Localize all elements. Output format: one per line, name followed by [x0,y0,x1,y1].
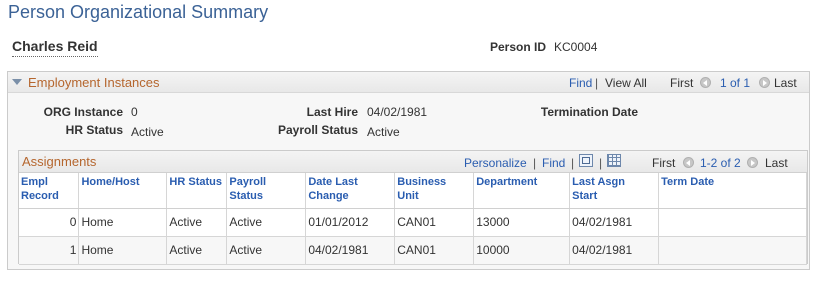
employment-page-count: 1 of 1 [720,76,751,90]
cell-last-asgn-start: 04/02/1981 [569,208,660,237]
column-header-hr-status[interactable]: HR Status [166,173,228,209]
column-header-home-host[interactable]: Home/Host [78,173,168,209]
column-header-term-date[interactable]: Term Date [658,173,807,209]
hr-status-label: HR Status [65,123,123,137]
column-header-payroll-status[interactable]: Payroll Status [226,173,307,209]
cell-term-date [658,208,807,237]
employment-view-all-link[interactable]: View All [605,76,647,90]
separator: | [533,156,537,170]
cell-term-date [658,236,807,265]
cell-home-host: Home [78,208,168,237]
collapse-icon[interactable] [12,79,22,85]
previous-arrow-icon[interactable] [700,77,711,88]
column-header-department[interactable]: Department [473,173,571,209]
cell-payroll-status: Active [226,236,307,265]
cell-date-last-change: 04/02/1981 [305,236,396,265]
table-row: 0 Home Active Active 01/01/2012 CAN01 13… [19,208,807,237]
assignments-header: Assignments Personalize | Find | | First… [19,151,807,173]
separator: | [571,156,575,170]
org-instance-label: ORG Instance [43,105,123,119]
employment-last-label: Last [774,76,797,90]
cell-date-last-change: 01/01/2012 [305,208,396,237]
assignments-last-label: Last [765,156,788,170]
assignments-grid: Assignments Personalize | Find | | First… [18,150,808,265]
payroll-status-label: Payroll Status [277,123,358,137]
previous-arrow-icon[interactable] [683,157,694,168]
assignments-table: Empl Record Home/Host HR Status Payroll St… [19,173,807,265]
person-name: Charles Reid [12,38,98,57]
personalize-link[interactable]: Personalize [464,156,527,170]
next-arrow-icon[interactable] [747,157,758,168]
table-header-row: Empl Record Home/Host HR Status Payroll St… [19,173,807,209]
cell-business-unit: CAN01 [394,208,475,237]
person-id-value: KC0004 [554,40,598,54]
view-all-icon[interactable] [579,154,593,167]
assignments-page-count: 1-2 of 2 [700,156,741,170]
employment-find-link[interactable]: Find [569,76,592,90]
cell-department: 10000 [473,236,571,265]
payroll-status-value: Active [367,125,400,139]
cell-empl-record: 0 [19,208,80,237]
next-arrow-icon[interactable] [759,77,770,88]
assignments-find-link[interactable]: Find [542,156,565,170]
last-hire-label: Last Hire [306,105,358,119]
cell-last-asgn-start: 04/02/1981 [569,236,660,265]
termination-date-label: Termination Date [540,105,638,119]
cell-department: 13000 [473,208,571,237]
column-header-date-last-change[interactable]: Date Last Change [305,173,396,209]
employment-instances-header: Employment Instances Find | View All Fir… [8,72,809,93]
assignments-title: Assignments [22,154,97,169]
employment-instances-title[interactable]: Employment Instances [28,75,160,90]
table-row: 1 Home Active Active 04/02/1981 CAN01 10… [19,236,807,265]
separator: | [599,156,603,170]
column-header-last-asgn-start[interactable]: Last Asgn Start [569,173,660,209]
employment-first-label: First [670,76,694,90]
hr-status-value: Active [131,125,164,139]
cell-home-host: Home [78,236,168,265]
last-hire-value: 04/02/1981 [367,105,428,119]
org-instance-value: 0 [131,105,138,119]
separator: | [595,76,599,90]
cell-hr-status: Active [166,236,228,265]
download-grid-icon[interactable] [607,154,621,167]
cell-payroll-status: Active [226,208,307,237]
person-id-label: Person ID [490,40,547,54]
cell-business-unit: CAN01 [394,236,475,265]
employment-instances-section: Employment Instances Find | View All Fir… [7,71,810,270]
cell-hr-status: Active [166,208,228,237]
column-header-business-unit[interactable]: Business Unit [394,173,475,209]
column-header-empl-record[interactable]: Empl Record [19,173,80,209]
cell-empl-record: 1 [19,236,80,265]
page-title: Person Organizational Summary [8,2,269,22]
assignments-first-label: First [652,156,676,170]
